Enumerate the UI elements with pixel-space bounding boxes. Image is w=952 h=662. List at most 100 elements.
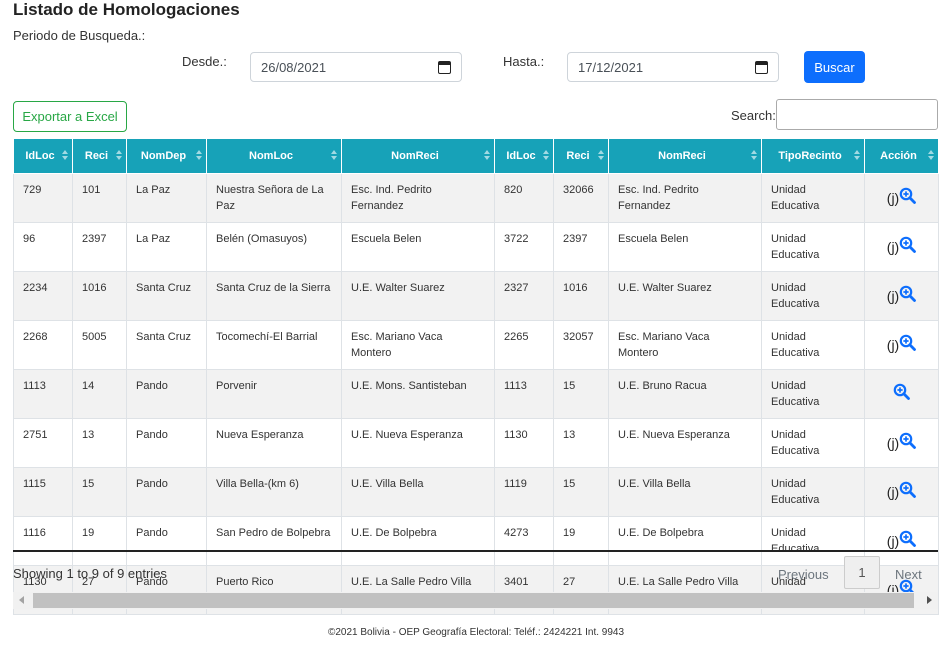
sort-icon[interactable]	[196, 150, 202, 162]
action-cell	[864, 369, 939, 419]
table-cell: 4273	[494, 516, 554, 566]
table-cell: 1115	[13, 467, 73, 517]
desde-date-value: 26/08/2021	[261, 59, 327, 75]
table-bottom-border	[13, 550, 938, 552]
table-cell: Nuestra Señora de La Paz	[206, 173, 342, 223]
column-header-label: TipoRecinto	[778, 150, 842, 162]
table-cell: Esc. Ind. Pedrito Fernandez	[341, 173, 495, 223]
zoom-in-icon[interactable]	[899, 432, 917, 454]
sort-icon[interactable]	[751, 150, 757, 162]
column-header[interactable]: Reci	[72, 138, 127, 174]
column-header[interactable]: NomReci	[608, 138, 762, 174]
page-title: Listado de Homologaciones	[13, 0, 240, 19]
column-header[interactable]: Acción	[864, 138, 939, 174]
scroll-left-arrow-icon[interactable]	[19, 596, 24, 604]
table-cell: 2265	[494, 320, 554, 370]
column-header-label: NomReci	[658, 150, 706, 162]
calendar-icon[interactable]	[755, 60, 768, 74]
sort-icon[interactable]	[62, 150, 68, 162]
zoom-in-icon[interactable]	[899, 285, 917, 307]
previous-page-button[interactable]: Previous	[778, 567, 829, 582]
scrollbar-thumb[interactable]	[33, 593, 914, 608]
hasta-label: Hasta.:	[503, 54, 545, 69]
table-row: 1113 14 Pando Porvenir U.E. Mons. Santisteba…	[13, 369, 939, 419]
sort-icon[interactable]	[598, 150, 604, 162]
column-header[interactable]: NomDep	[126, 138, 207, 174]
action-j-label: (j)	[886, 239, 900, 255]
column-header[interactable]: IdLoc	[494, 138, 554, 174]
table-row: 1116 19 Pando San Pedro de Bolpebra U.E. De …	[13, 516, 939, 566]
zoom-in-icon[interactable]	[899, 187, 917, 209]
column-header-label: NomDep	[140, 150, 187, 162]
next-page-button[interactable]: Next	[895, 567, 922, 582]
action-j-label: (j)	[886, 435, 900, 451]
action-cell: (j)	[864, 418, 939, 468]
table-cell: 32066	[553, 173, 609, 223]
table-cell: San Pedro de Bolpebra	[206, 516, 342, 566]
column-header-label: Acción	[880, 150, 917, 162]
search-input[interactable]	[776, 99, 938, 130]
column-header[interactable]: NomLoc	[206, 138, 342, 174]
table-cell: Esc. Mariano Vaca Montero	[608, 320, 762, 370]
desde-date-input[interactable]: 26/08/2021	[250, 52, 462, 82]
table-cell: Belén (Omasuyos)	[206, 222, 342, 272]
table-info: Showing 1 to 9 of 9 entries	[13, 566, 167, 581]
table-cell: 2234	[13, 271, 73, 321]
buscar-button[interactable]: Buscar	[804, 51, 865, 83]
table-cell: 2397	[72, 222, 127, 272]
sort-icon[interactable]	[484, 150, 490, 162]
table-cell: U.E. Bruno Racua	[608, 369, 762, 419]
sort-icon[interactable]	[116, 150, 122, 162]
table-cell: Unidad Educativa	[761, 320, 865, 370]
zoom-in-icon[interactable]	[893, 383, 910, 405]
zoom-in-icon[interactable]	[899, 236, 917, 258]
table-cell: Esc. Mariano Vaca Montero	[341, 320, 495, 370]
column-header-label: NomReci	[391, 150, 439, 162]
table-cell: 1119	[494, 467, 554, 517]
column-header-label: Reci	[84, 150, 109, 162]
table-cell: 1116	[13, 516, 73, 566]
table-cell: 15	[72, 467, 127, 517]
table-cell: U.E. Villa Bella	[341, 467, 495, 517]
table-row: 1115 15 Pando Villa Bella-(km 6) U.E. Villa …	[13, 467, 939, 517]
column-header-label: IdLoc	[506, 150, 536, 162]
table-body: 729 101 La Paz Nuestra Señora de La Paz Esc.…	[13, 173, 939, 615]
scroll-right-arrow-icon[interactable]	[927, 596, 932, 604]
action-j-label: (j)	[886, 533, 900, 549]
zoom-in-icon[interactable]	[899, 530, 917, 552]
column-header[interactable]: Reci	[553, 138, 609, 174]
current-page-button[interactable]: 1	[844, 556, 880, 589]
horizontal-scrollbar[interactable]	[13, 592, 938, 609]
table-cell: Santa Cruz	[126, 271, 207, 321]
zoom-in-icon[interactable]	[899, 334, 917, 356]
table-cell: Escuela Belen	[341, 222, 495, 272]
hasta-date-input[interactable]: 17/12/2021	[567, 52, 779, 82]
table-cell: 1113	[494, 369, 554, 419]
zoom-in-icon[interactable]	[899, 481, 917, 503]
column-header[interactable]: NomReci	[341, 138, 495, 174]
calendar-icon[interactable]	[438, 60, 451, 74]
table-cell: U.E. Walter Suarez	[341, 271, 495, 321]
table-cell: Escuela Belen	[608, 222, 762, 272]
table-cell: 1130	[494, 418, 554, 468]
table-row: 2751 13 Pando Nueva Esperanza U.E. Nueva Esp…	[13, 418, 939, 468]
sort-icon[interactable]	[543, 150, 549, 162]
table-cell: Santa Cruz	[126, 320, 207, 370]
column-header-label: IdLoc	[25, 150, 55, 162]
table-cell: U.E. De Bolpebra	[608, 516, 762, 566]
table-cell: U.E. Mons. Santisteban	[341, 369, 495, 419]
table-row: 96 2397 La Paz Belén (Omasuyos) Escuela Bele…	[13, 222, 939, 272]
column-header[interactable]: TipoRecinto	[761, 138, 865, 174]
sort-icon[interactable]	[854, 150, 860, 162]
table-cell: 19	[72, 516, 127, 566]
table-row: 729 101 La Paz Nuestra Señora de La Paz Esc.…	[13, 173, 939, 223]
export-excel-button[interactable]: Exportar a Excel	[13, 101, 127, 132]
sort-icon[interactable]	[331, 150, 337, 162]
table-cell: 3722	[494, 222, 554, 272]
table-cell: 19	[553, 516, 609, 566]
homologaciones-table: IdLoc Reci NomDep NomLoc NomReci IdLoc Reci Nom…	[13, 138, 939, 615]
table-cell: Unidad Educativa	[761, 222, 865, 272]
sort-icon[interactable]	[928, 150, 934, 162]
table-cell: Porvenir	[206, 369, 342, 419]
column-header[interactable]: IdLoc	[13, 138, 73, 174]
